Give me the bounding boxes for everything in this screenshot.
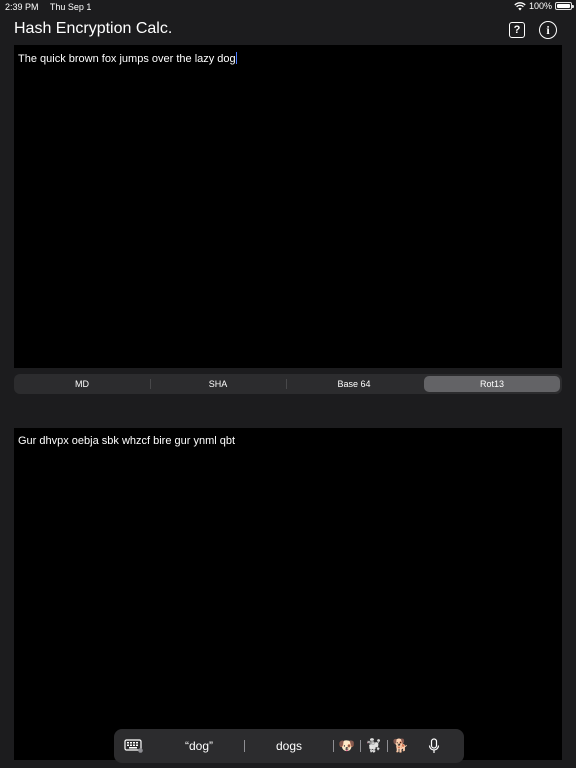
status-time: 2:39 PM xyxy=(5,2,39,12)
output-text: Gur dhvpx oebja sbk whzcf bire gur ynml … xyxy=(18,435,236,447)
navigation-bar: Hash Encryption Calc. ? i xyxy=(0,14,576,44)
segment-md[interactable]: MD xyxy=(14,374,150,394)
battery-icon xyxy=(555,2,574,10)
wifi-icon xyxy=(514,1,526,10)
text-cursor xyxy=(235,52,238,64)
question-square-icon[interactable]: ? xyxy=(509,22,525,38)
segment-base64[interactable]: Base 64 xyxy=(286,374,422,394)
input-text-area[interactable]: The quick brown fox jumps over the lazy … xyxy=(14,45,562,368)
emoji-dog[interactable]: 🐕 xyxy=(388,738,414,754)
segment-rot13[interactable]: Rot13 xyxy=(424,376,560,392)
hash-type-segmented-control[interactable]: MD SHA Base 64 Rot13 xyxy=(14,374,562,394)
keyboard-icon[interactable] xyxy=(114,739,154,753)
microphone-icon[interactable] xyxy=(414,738,454,754)
page-title: Hash Encryption Calc. xyxy=(14,20,173,37)
suggestion-dogs[interactable]: dogs xyxy=(245,739,333,753)
status-date: Thu Sep 1 xyxy=(49,2,92,12)
battery-percent: 100% xyxy=(528,1,552,11)
keyboard-suggestion-bar: “dog” dogs 🐶 🐩 🐕 xyxy=(114,729,464,763)
segment-sha[interactable]: SHA xyxy=(150,374,286,394)
input-text: The quick brown fox jumps over the lazy … xyxy=(18,53,236,65)
status-bar: 2:39 PM Thu Sep 1 100% xyxy=(0,0,576,14)
emoji-poodle[interactable]: 🐩 xyxy=(361,738,387,754)
info-circle-icon[interactable]: i xyxy=(539,21,557,39)
output-text-area[interactable]: Gur dhvpx oebja sbk whzcf bire gur ynml … xyxy=(14,428,562,760)
suggestion-quoted-dog[interactable]: “dog” xyxy=(154,739,244,753)
emoji-dog-face[interactable]: 🐶 xyxy=(334,738,360,754)
